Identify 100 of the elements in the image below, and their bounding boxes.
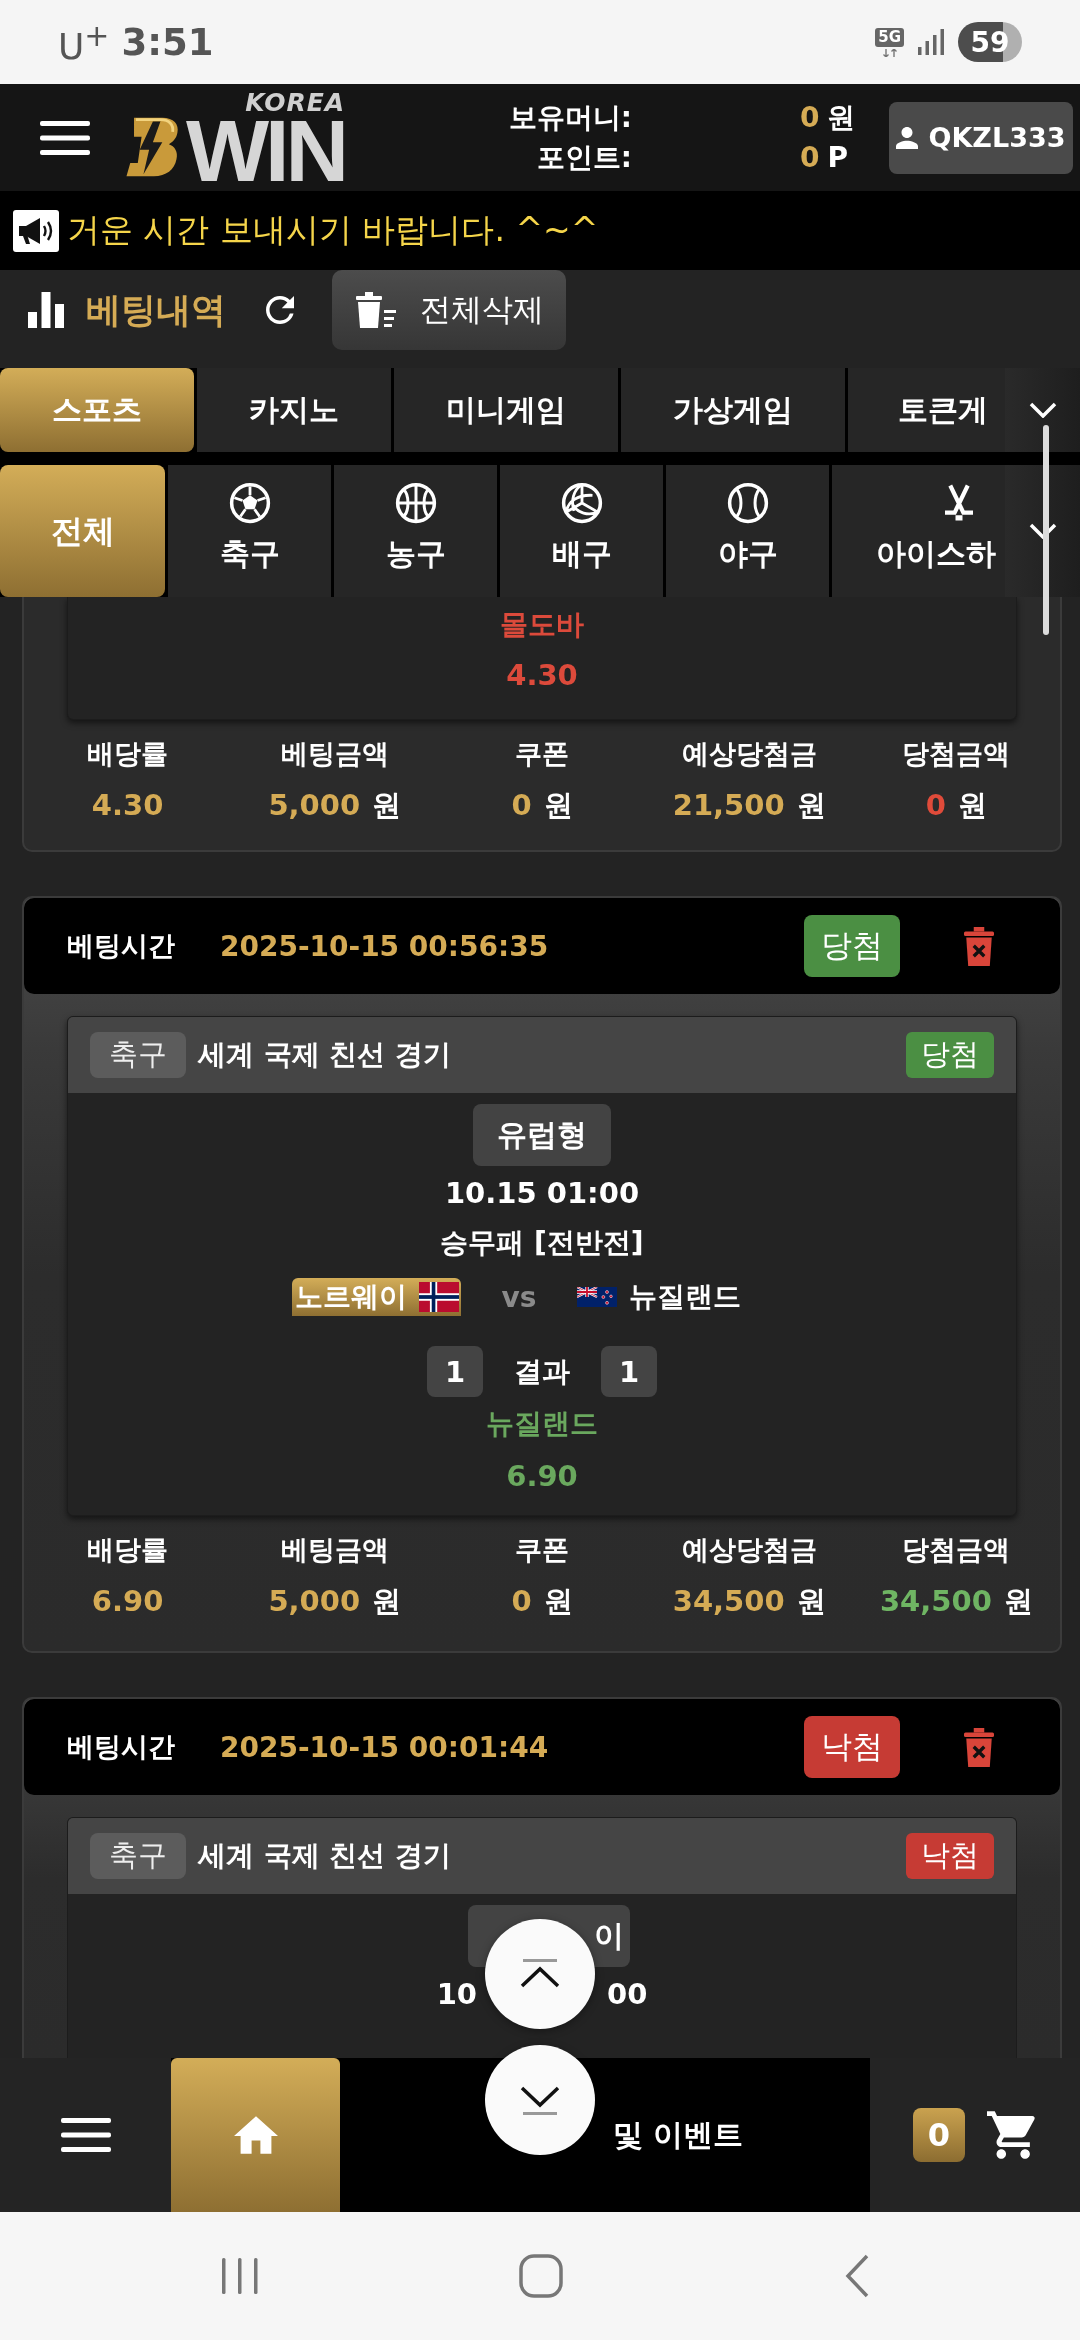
network-type-label: 5G: [875, 27, 904, 47]
system-home-icon[interactable]: [519, 2254, 563, 2298]
currency-unit: 원: [543, 1583, 573, 1620]
sport-tag: 축구: [90, 1833, 186, 1879]
summary-label: 배당률: [87, 737, 169, 771]
soccer-ball-icon: [228, 482, 271, 524]
person-icon: [896, 126, 919, 149]
sport-filter-tab[interactable]: 아이스하: [832, 465, 1005, 597]
category-tab[interactable]: 가상게임: [621, 368, 845, 452]
result-label: 결과: [513, 1353, 571, 1390]
megaphone-icon[interactable]: [13, 209, 59, 252]
summary-value: 0: [925, 787, 946, 824]
data-arrows-icon: [881, 48, 898, 57]
menu-icon: [60, 2118, 111, 2152]
summary-value: 4.30: [91, 787, 164, 824]
summary-value: 5,000: [268, 1583, 361, 1620]
kickoff-time: 10: [436, 1976, 477, 2013]
summary-value: 21,500: [672, 787, 785, 824]
trash-icon[interactable]: [964, 926, 994, 966]
league-name: 세계 국제 친선 경기: [198, 1838, 452, 1874]
market-tag: 유럽형: [473, 1104, 611, 1166]
home-icon: [233, 2116, 278, 2154]
result-badge: 당첨: [906, 1032, 994, 1078]
summary-value: 6.90: [91, 1583, 164, 1620]
summary-label: 쿠폰: [515, 1533, 569, 1567]
league-name: 세계 국제 친선 경기: [198, 1037, 452, 1073]
sport-filter-tab[interactable]: 야구: [666, 465, 829, 597]
summary-label: 배당률: [87, 1533, 169, 1567]
summary-label: 쿠폰: [515, 737, 569, 771]
cart-count: 0: [913, 2108, 965, 2162]
trash-list-icon: [356, 292, 396, 328]
currency-unit: 원: [796, 787, 826, 824]
summary-label: 예상당첨금: [681, 737, 817, 771]
sport-filter-tab[interactable]: 배구: [500, 465, 663, 597]
logo-title: WIN: [186, 115, 346, 186]
menu-icon[interactable]: [40, 120, 90, 155]
home-button[interactable]: [171, 2058, 340, 2212]
summary-label: 베팅금액: [280, 1533, 389, 1567]
expand-button[interactable]: [1005, 465, 1080, 597]
expand-button[interactable]: [1005, 368, 1080, 452]
status-badge: 낙첨: [804, 1716, 900, 1778]
sport-filter-tab[interactable]: 축구: [168, 465, 331, 597]
page-title: 베팅내역: [86, 288, 226, 332]
bet-time: 2025-10-15 00:01:44: [220, 1730, 549, 1764]
recent-apps-icon[interactable]: [220, 2256, 260, 2296]
pick-name: 뉴질랜드: [486, 1406, 598, 1442]
summary-value: 5,000: [268, 787, 361, 824]
wallet-unit: P: [827, 139, 848, 176]
basketball-icon: [394, 482, 437, 524]
summary-value: 34,500: [879, 1583, 992, 1620]
volleyball-icon: [560, 482, 603, 524]
status-badge: 당첨: [804, 915, 900, 977]
summary-label: 베팅금액: [280, 737, 389, 771]
category-tab[interactable]: 토큰게: [848, 368, 1005, 452]
score-box: 1: [601, 1346, 657, 1397]
score-box: 1: [427, 1346, 483, 1397]
category-tab[interactable]: 미니게임: [394, 368, 618, 452]
kickoff-time: 10.15 01:00: [444, 1175, 640, 1212]
currency-unit: 원: [543, 787, 573, 824]
back-icon[interactable]: [845, 2254, 869, 2298]
user-button[interactable]: QKZL333: [889, 101, 1073, 174]
team-name: 노르웨이: [294, 1279, 407, 1315]
bet-type: 승무패 [전반전]: [440, 1225, 644, 1261]
refresh-icon[interactable]: [266, 296, 294, 324]
currency-unit: 원: [372, 787, 402, 824]
summary-label: 당첨금액: [902, 1533, 1011, 1567]
pick-name: 몰도바: [500, 607, 584, 643]
category-tab[interactable]: 카지노: [197, 368, 391, 452]
flag-icon: [577, 1287, 617, 1307]
carrier-label: U$^{+}$: [58, 17, 110, 67]
pick-odds: 4.30: [506, 657, 578, 694]
scrollbar-thumb[interactable]: [1043, 425, 1049, 635]
cart-icon: [987, 2111, 1037, 2159]
currency-unit: 원: [372, 1583, 402, 1620]
chevron-down-icon: [1028, 402, 1057, 418]
currency-unit: 원: [1003, 1583, 1033, 1620]
delete-all-button[interactable]: 전체삭제: [332, 270, 566, 350]
wallet-label: 보유머니:: [508, 99, 632, 136]
notice-link[interactable]: 및 이벤트: [613, 2115, 744, 2155]
versus-label: vs: [500, 1280, 538, 1314]
trash-icon[interactable]: [964, 1727, 994, 1767]
sport-filter-tab[interactable]: 농구: [334, 465, 497, 597]
bet-time-label: 베팅시간: [67, 929, 176, 963]
baseball-icon: [726, 482, 769, 524]
currency-unit: 원: [796, 1583, 826, 1620]
notice-text: 거운 시간 보내시기 바랍니다. ^~^: [67, 209, 599, 251]
summary-value: 0: [511, 1583, 532, 1620]
wallet-value: 0: [800, 139, 820, 176]
signal-icon: [918, 29, 944, 55]
bet-time-label: 베팅시간: [67, 1730, 176, 1764]
result-badge: 낙첨: [906, 1833, 994, 1879]
summary-value: 34,500: [672, 1583, 785, 1620]
currency-unit: 원: [958, 787, 987, 824]
kickoff-time: 00: [607, 1976, 648, 2013]
pick-odds: 6.90: [506, 1458, 578, 1495]
bet-time: 2025-10-15 00:56:35: [220, 929, 549, 963]
wallet-label: 포인트:: [536, 139, 632, 176]
menu-button[interactable]: [0, 2058, 171, 2212]
chevron-down-icon: [1028, 523, 1057, 539]
summary-label: 예상당첨금: [681, 1533, 817, 1567]
